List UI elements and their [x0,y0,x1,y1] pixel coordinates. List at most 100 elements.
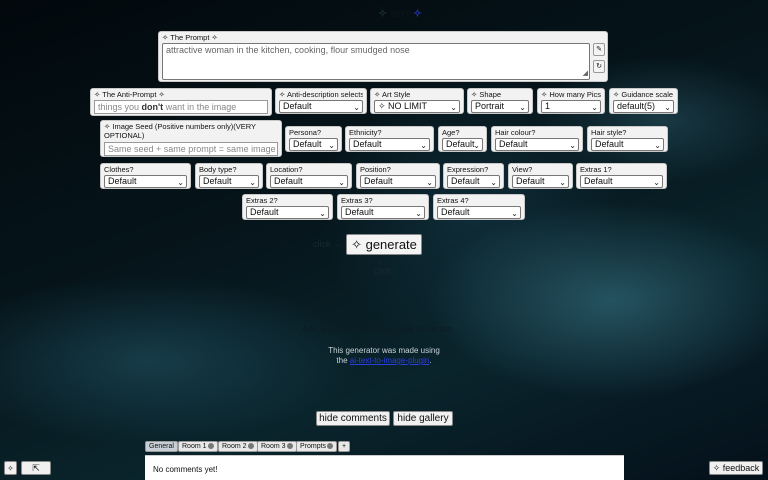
badge-icon [247,443,254,450]
tab-prompts-label: Prompts [300,443,327,450]
made-using-post: . [429,356,432,365]
badge-icon [286,443,293,450]
seed-panel: ✧ Image Seed (Positive numbers only)(VER… [100,120,282,157]
ethnicity-label: Ethnicity? [349,128,382,137]
chevron-down-icon: ⌄ [249,178,256,187]
chevron-down-icon: ⌄ [338,178,345,187]
anti-prompt-input[interactable]: things you don't want in the image [94,100,268,114]
hair-colour-select[interactable]: Default ⌄ [495,138,579,151]
chevron-down-icon: ⌄ [653,178,660,187]
view-panel: View? Default ⌄ [508,163,573,189]
extras4-select[interactable]: Default ⌄ [437,206,521,219]
expression-select[interactable]: Default ⌄ [447,175,500,188]
chevron-down-icon: ⌄ [519,103,526,112]
seed-input[interactable]: Same seed + same prompt = same image [104,142,278,156]
clothes-value: Default [108,176,137,186]
age-select[interactable]: Default ⌄ [442,138,483,151]
hair-style-label: Hair style? [591,128,627,137]
extras2-select[interactable]: Default ⌄ [246,206,329,219]
persona-select[interactable]: Default ⌄ [289,138,338,151]
anti-description-value: Default [283,101,312,111]
anti-prompt-placeholder-bold: don't [141,102,164,112]
generate-button[interactable]: ✧ generate [346,234,422,255]
chevron-down-icon: ⌄ [415,209,422,218]
ethnicity-select[interactable]: Default ⌄ [349,138,430,151]
hair-colour-value: Default [499,139,528,149]
title-main: text [390,8,410,20]
hide-gallery-button[interactable]: hide gallery [393,411,453,426]
prompt-text: attractive woman in the kitchen, cooking… [166,45,410,55]
chevron-down-icon: ⌄ [559,178,566,187]
view-label: View? [512,165,533,174]
badge-icon [327,443,334,450]
made-using-pre: the [336,356,350,365]
tab-general[interactable]: General [145,441,178,452]
title-suffix: ✧ [409,8,423,20]
clothes-panel: Clothes? Default ⌄ [100,163,191,189]
hide-comments-button[interactable]: hide comments [316,411,390,426]
expression-value: Default [451,176,480,186]
tab-room-3[interactable]: Room 3 [257,441,297,452]
refresh-icon[interactable]: ↻ [593,60,605,73]
chevron-down-icon: ⌄ [591,103,598,112]
view-select[interactable]: Default ⌄ [512,175,569,188]
art-style-select[interactable]: ✧ NO LIMIT ⌄ [374,100,460,113]
anti-description-panel: ✧ Anti-description selects Default ⌄ [275,88,367,114]
guidance-value: default(5) [617,101,656,111]
prompt-label: ✧ The Prompt ✧ [162,33,218,42]
tab-room-2[interactable]: Room 2 [218,441,258,452]
guidance-select[interactable]: default(5) ⌄ [613,100,674,113]
tab-room-1-label: Room 1 [182,443,207,450]
title-prefix: ✧ [377,8,391,20]
extras1-panel: Extras 1? Default ⌄ [576,163,667,189]
prompt-textarea[interactable]: attractive woman in the kitchen, cooking… [162,43,590,80]
ethnicity-panel: Ethnicity? Default ⌄ [345,126,434,152]
arrow-down-icon: ↓ [378,256,383,266]
extras1-value: Default [584,176,613,186]
tab-prompts[interactable]: Prompts [296,441,338,452]
position-select[interactable]: Default ⌄ [360,175,436,188]
feedback-button[interactable]: ✧ feedback [709,461,763,475]
persona-panel: Persona? Default ⌄ [285,126,342,152]
location-value: Default [274,176,303,186]
chevron-down-icon: ⌄ [420,141,427,150]
art-style-panel: ✧ Art Style ✧ NO LIMIT ⌄ [370,88,464,114]
expand-icon[interactable]: ⇱ [21,461,51,475]
anti-description-select[interactable]: Default ⌄ [279,100,363,113]
location-select[interactable]: Default ⌄ [270,175,348,188]
hair-style-select[interactable]: Default ⌄ [591,138,664,151]
clothes-select[interactable]: Default ⌄ [104,175,187,188]
menu-icon[interactable]: ✧ [4,461,17,475]
edit-icon[interactable]: ✎ [593,43,605,56]
tab-room-1[interactable]: Room 1 [178,441,218,452]
how-many-select[interactable]: 1 ⌄ [541,100,601,113]
add-tab-button[interactable]: + [338,441,351,452]
comments-empty-text: No comments yet! [153,465,218,474]
chevron-down-icon: ⌄ [490,178,497,187]
anti-prompt-label: ✧ The Anti-Prompt ✧ [94,90,165,99]
extras3-select[interactable]: Default ⌄ [341,206,425,219]
how-many-value: 1 [545,101,551,111]
ethnicity-value: Default [353,139,382,149]
shape-label: ✧ Shape [471,90,502,99]
chevron-down-icon: ⌄ [353,103,360,112]
plugin-link[interactable]: ai-text-to-image-plugin [350,356,430,365]
shape-panel: ✧ Shape Portrait ⌄ [467,88,533,114]
position-panel: Position? Default ⌄ [356,163,440,189]
guidance-label: ✧ Guidance scale ✧ [613,90,674,99]
chevron-down-icon: ⌄ [511,209,518,218]
extras1-select[interactable]: Default ⌄ [580,175,663,188]
resize-grip-icon[interactable]: ◢ [583,68,588,79]
body-type-panel: Body type? Default ⌄ [195,163,263,189]
location-panel: Location? Default ⌄ [266,163,352,189]
shape-select[interactable]: Portrait ⌄ [471,100,529,113]
chevron-down-icon: ⌄ [654,141,661,150]
expression-panel: Expression? Default ⌄ [443,163,504,189]
add-tab-label: + [342,443,347,450]
hair-style-value: Default [595,139,624,149]
body-type-select[interactable]: Default ⌄ [199,175,259,188]
chevron-down-icon: ⌄ [664,103,671,112]
anti-prompt-placeholder-post: want in the image [163,102,237,112]
how-many-panel: ✧ How many Pics? 1 ⌄ [537,88,605,114]
generate-hint-below: click [374,266,392,276]
